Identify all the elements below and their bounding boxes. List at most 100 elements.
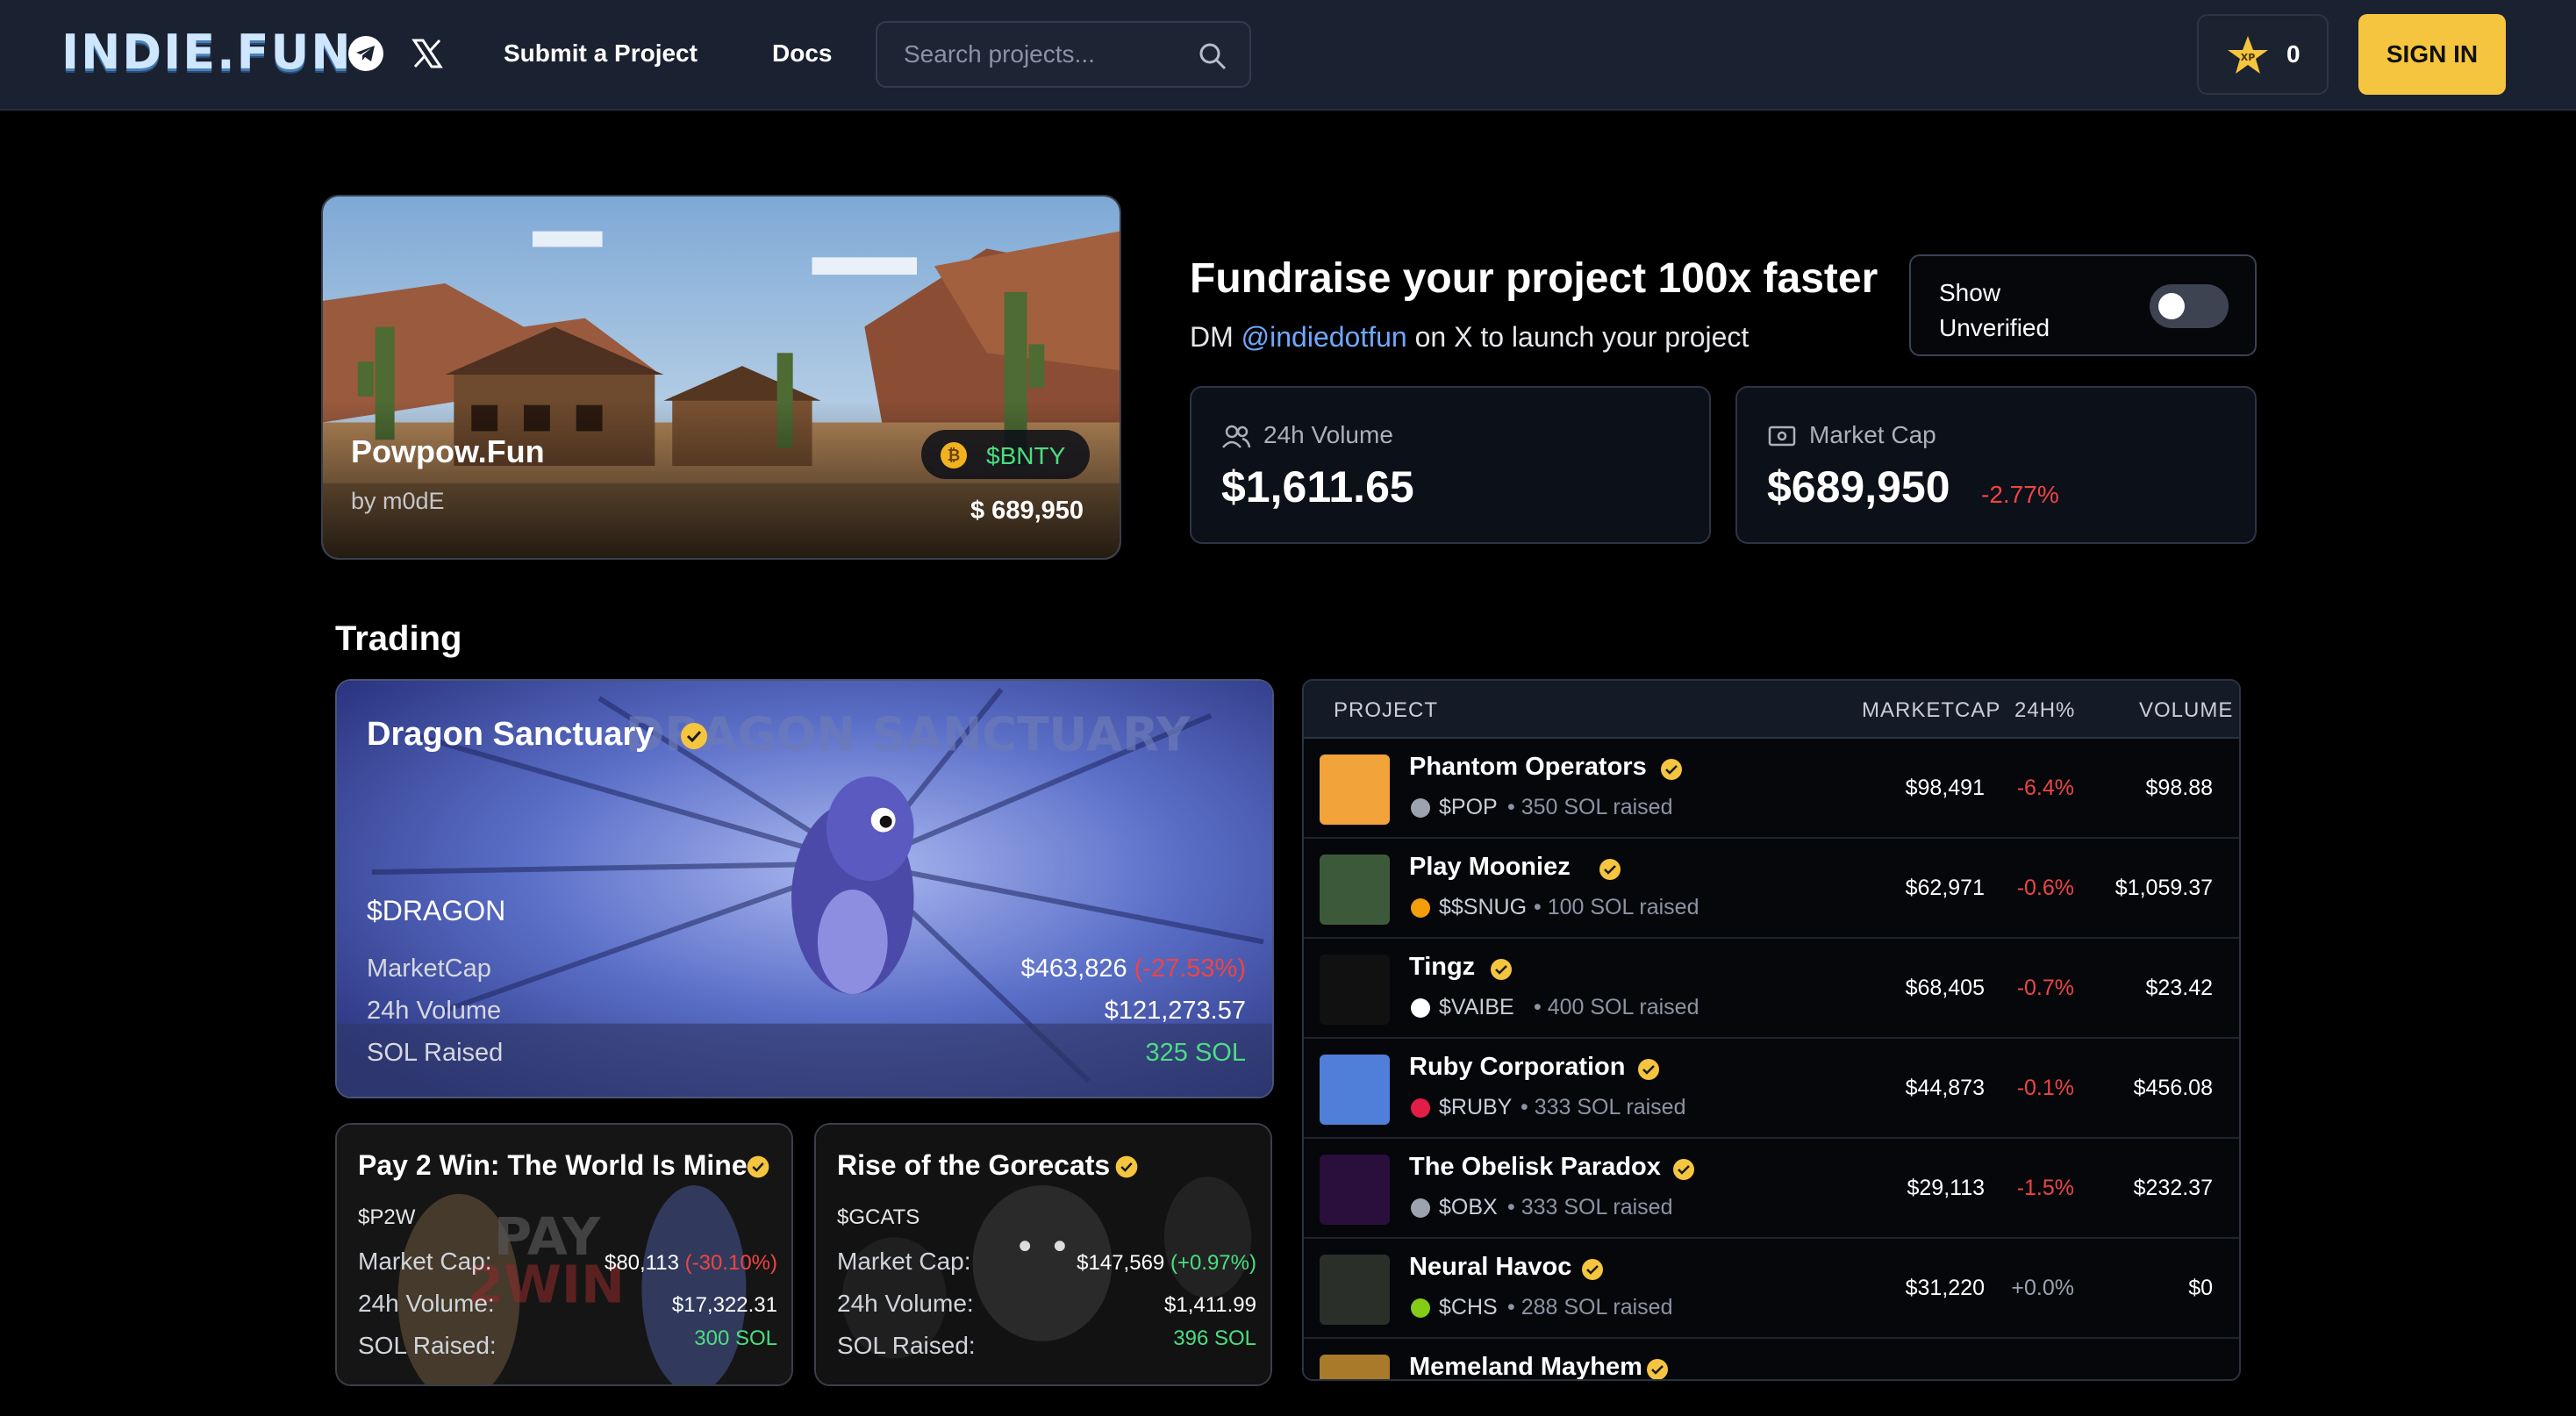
p2w-raised-row: SOL Raised: 300 SOL <box>358 1327 777 1363</box>
project-sol-raised: • 333 SOL raised <box>1521 1095 1686 1119</box>
gcats-name: Rise of the Gorecats <box>837 1149 1111 1181</box>
project-ticker: $$SNUG <box>1439 895 1528 919</box>
search-icon[interactable] <box>1197 40 1228 72</box>
market-cap-value: $689,950 <box>1767 462 1950 511</box>
hero-ticker-symbol: $BNTY <box>986 442 1066 469</box>
project-name: Neural Havoc <box>1409 1253 1572 1281</box>
token-icon <box>1411 1198 1430 1218</box>
submit-project-link[interactable]: Submit a Project <box>504 33 698 74</box>
search-input[interactable] <box>904 37 1184 72</box>
volume-label: 24h Volume <box>1263 421 1393 448</box>
p2w-marketcap-value-group: $80,113 (-30.10%) <box>605 1251 777 1276</box>
project-marketcap: $98,491 <box>1905 776 1985 800</box>
gcats-marketcap-value-group: $147,569 (+0.97%) <box>1077 1251 1256 1276</box>
table-header: PROJECT MARKETCAP 24H% VOLUME <box>1304 681 2239 739</box>
fundraise-heading: Fundraise your project 100x faster <box>1190 255 1878 302</box>
telegram-icon[interactable] <box>346 33 386 74</box>
project-name: Memeland Mayhem <box>1409 1353 1642 1381</box>
project-thumbnail <box>1320 1155 1390 1225</box>
p2w-marketcap-label: Market Cap: <box>358 1248 492 1275</box>
featured-project-name: Dragon Sanctuary <box>367 716 655 753</box>
p2w-raised-value: 300 SOL <box>694 1327 777 1350</box>
p2w-marketcap-row: Market Cap: $80,113 (-30.10%) <box>358 1248 777 1279</box>
market-cap-delta: -2.77% <box>1981 481 2059 508</box>
project-marketcap: $29,113 <box>1907 1176 1985 1200</box>
featured-marketcap-value-group: $463,826 (-27.53%) <box>1021 955 1246 983</box>
table-row[interactable]: Memeland Mayhem <box>1304 1339 2239 1381</box>
docs-link[interactable]: Docs <box>772 33 832 74</box>
hero-card-shade <box>323 400 1120 558</box>
featured-raised-value: 325 SOL <box>1145 1039 1246 1067</box>
project-name: Tingz <box>1409 953 1476 981</box>
gcats-marketcap-value: $147,569 <box>1077 1251 1165 1275</box>
show-unverified-toggle-box: Show Unverified <box>1909 254 2257 356</box>
project-ticker: $POP <box>1439 795 1498 819</box>
indie-fun-logo[interactable]: INDIE.FUN <box>61 26 353 79</box>
xp-points-button[interactable]: XP 0 <box>2197 14 2329 95</box>
p2w-marketcap-value: $80,113 <box>604 1251 679 1275</box>
sign-in-button[interactable]: SIGN IN <box>2358 14 2506 95</box>
volume-value: $1,611.65 <box>1221 462 1414 511</box>
trading-card-gcats[interactable]: Rise of the Gorecats $GCATS Market Cap: … <box>814 1123 1272 1386</box>
hero-ticker-badge: ₿ $BNTY <box>921 430 1090 479</box>
project-volume: $0 <box>2188 1276 2213 1300</box>
gcats-marketcap-row: Market Cap: $147,569 (+0.97%) <box>837 1248 1256 1279</box>
svg-text:XP: XP <box>2241 52 2256 63</box>
project-ticker: $RUBY <box>1439 1095 1513 1119</box>
hero-project-author: by m0dE <box>351 488 445 514</box>
gcats-marketcap-label: Market Cap: <box>837 1248 971 1275</box>
table-row[interactable]: Ruby Corporation $RUBY • 333 SOL raised … <box>1304 1039 2239 1139</box>
table-row[interactable]: The Obelisk Paradox $OBX • 333 SOL raise… <box>1304 1139 2239 1239</box>
table-row[interactable]: Neural Havoc $CHS • 288 SOL raised $31,2… <box>1304 1239 2239 1339</box>
project-volume: $98.88 <box>2145 776 2213 800</box>
project-sol-raised: • 350 SOL raised <box>1507 795 1673 819</box>
table-row[interactable]: Phantom Operators $POP • 350 SOL raised … <box>1304 739 2239 839</box>
p2w-volume-row: 24h Volume: $17,322.31 <box>358 1290 777 1321</box>
project-name: The Obelisk Paradox <box>1409 1153 1661 1181</box>
market-cap-label: Market Cap <box>1809 421 1936 448</box>
indiedotfun-handle-link[interactable]: @indiedotfun <box>1241 321 1407 353</box>
project-change: -0.7% <box>2016 976 2074 1000</box>
p2w-volume-value: $17,322.31 <box>671 1293 777 1317</box>
col-marketcap[interactable]: MARKETCAP <box>1862 698 2000 723</box>
token-icon <box>1411 1298 1430 1318</box>
verified-badge-icon <box>1115 1155 1138 1178</box>
col-project[interactable]: PROJECT <box>1334 698 1438 723</box>
project-marketcap: $68,405 <box>1905 976 1985 1000</box>
fundraise-subtext: DM @indiedotfun on X to launch your proj… <box>1190 321 1749 354</box>
project-thumbnail <box>1320 1355 1390 1379</box>
project-volume: $456.08 <box>2133 1076 2213 1100</box>
project-ticker: $CHS <box>1439 1295 1498 1319</box>
show-unverified-switch[interactable] <box>2150 284 2229 328</box>
featured-marketcap-delta: (-27.53%) <box>1134 955 1246 983</box>
cash-icon <box>1768 426 1796 447</box>
featured-marketcap-value: $463,826 <box>1020 955 1127 983</box>
search-box <box>876 21 1251 88</box>
x-twitter-icon[interactable] <box>407 33 447 74</box>
hero-project-title[interactable]: Powpow.Fun <box>351 433 545 470</box>
table-row[interactable]: Play Mooniez $$SNUG • 100 SOL raised $62… <box>1304 839 2239 939</box>
show-unverified-label-line2: Unverified <box>1939 314 2050 341</box>
project-name: Play Mooniez <box>1409 853 1571 881</box>
col-volume[interactable]: VOLUME <box>2139 698 2233 723</box>
verified-badge-icon <box>1673 1159 1694 1180</box>
project-marketcap: $62,971 <box>1905 876 1985 900</box>
fundraise-sub-prefix: DM <box>1190 321 1234 353</box>
project-marketcap: $44,873 <box>1905 1076 1985 1100</box>
project-volume: $1,059.37 <box>2114 876 2213 900</box>
gcats-volume-label: 24h Volume: <box>837 1290 974 1317</box>
trading-heading: Trading <box>335 619 462 658</box>
show-unverified-label-line1: Show <box>1939 279 2001 306</box>
verified-badge-icon <box>1599 859 1621 880</box>
project-thumbnail <box>1320 1055 1390 1125</box>
project-thumbnail <box>1320 955 1390 1025</box>
project-change: -6.4% <box>2016 776 2074 800</box>
featured-trading-card[interactable]: DRAGON SANCTUARY Dragon Sanctuary $DRAGO… <box>335 679 1274 1098</box>
trading-card-p2w[interactable]: PAY 2WIN Pay 2 Win: The World Is Mine $P… <box>335 1123 793 1386</box>
project-change: -1.5% <box>2016 1176 2074 1200</box>
project-ticker: $OBX <box>1439 1195 1498 1219</box>
verified-badge-icon <box>681 723 707 749</box>
gcats-volume-row: 24h Volume: $1,411.99 <box>837 1290 1256 1321</box>
table-row[interactable]: Tingz $VAIBE • 400 SOL raised $68,405 -0… <box>1304 939 2239 1039</box>
col-change[interactable]: 24H% <box>2014 698 2075 723</box>
